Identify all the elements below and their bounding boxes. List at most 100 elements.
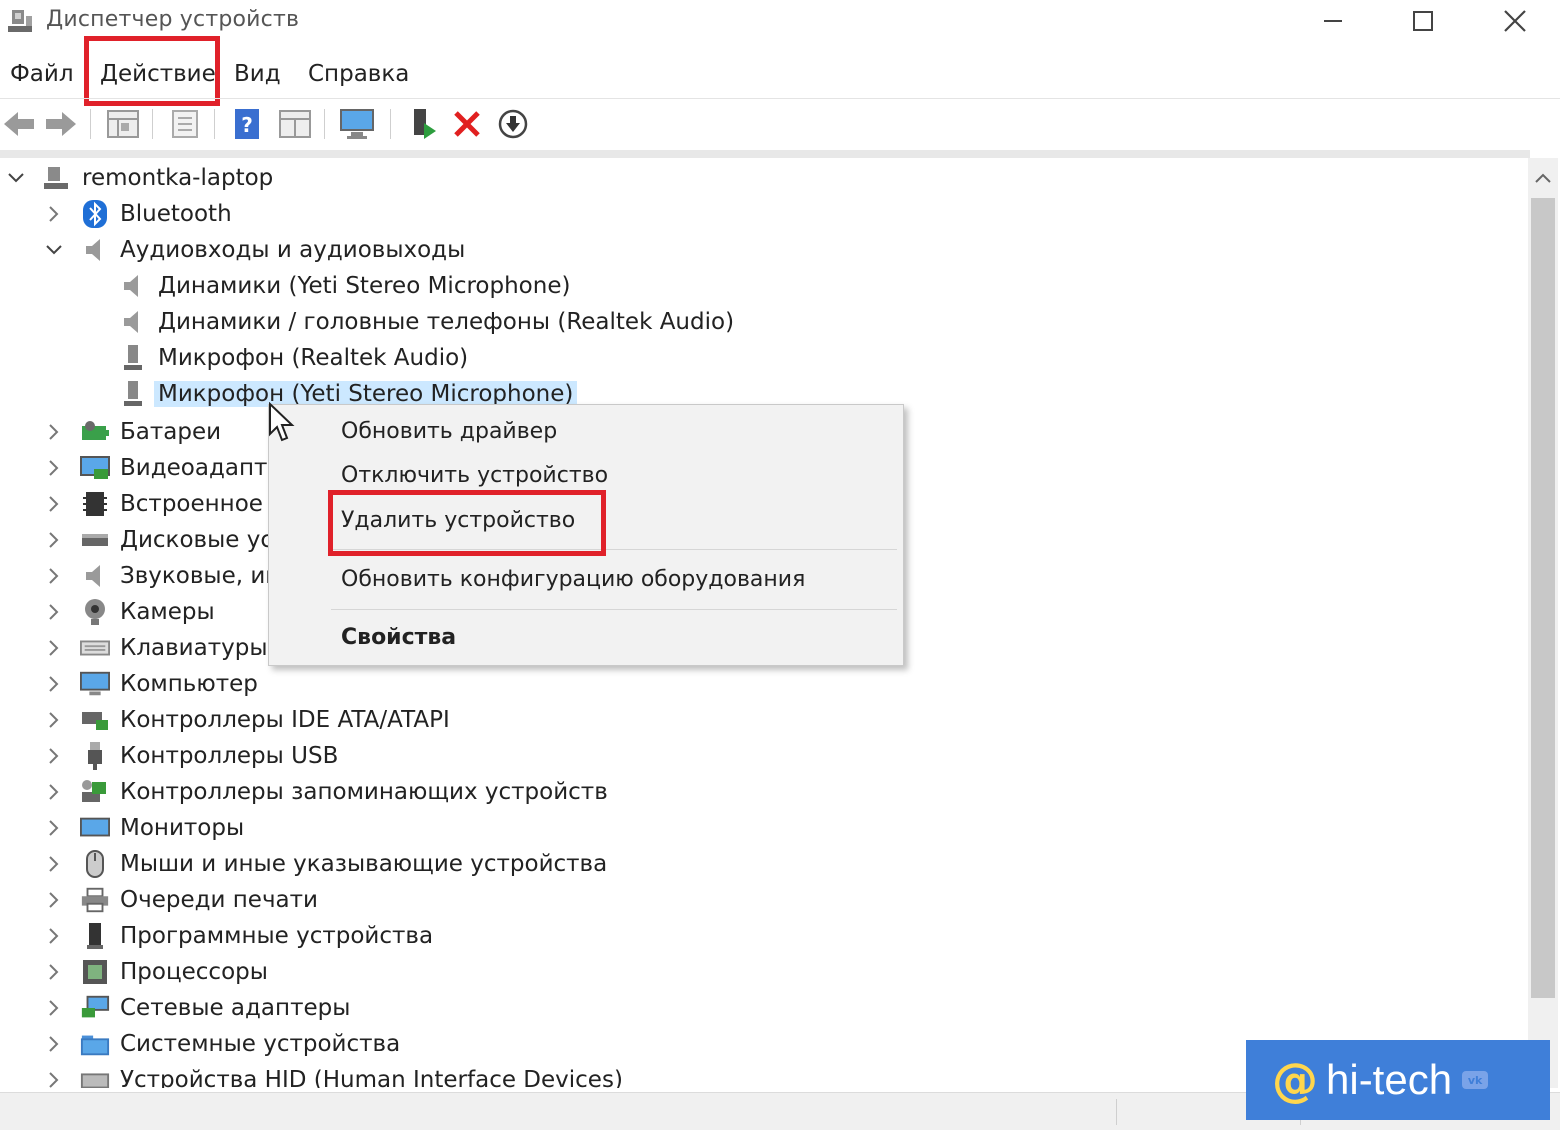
uninstall-device-button[interactable] (448, 105, 486, 143)
scroll-up-button[interactable] (1528, 158, 1558, 198)
back-button[interactable] (0, 105, 38, 143)
chevron-right-icon[interactable] (42, 888, 66, 912)
chevron-right-icon[interactable] (42, 996, 66, 1020)
tree-item-label: Встроенное П (120, 491, 288, 517)
scan-hardware-button[interactable] (338, 105, 376, 143)
tree-item-storage-controllers[interactable]: Контроллеры запоминающих устройств (42, 774, 608, 810)
chevron-up-icon (1535, 173, 1551, 183)
enable-device-button[interactable] (404, 105, 442, 143)
chevron-right-icon[interactable] (42, 780, 66, 804)
tree-item-keyboards[interactable]: Клавиатуры (42, 630, 268, 666)
ctx-disable-device[interactable]: Отключить устройство (341, 463, 608, 488)
minimize-icon (1324, 20, 1342, 22)
vk-icon: vk (1462, 1071, 1489, 1089)
tree-item-network-adapters[interactable]: Сетевые адаптеры (42, 990, 350, 1026)
speaker-icon (118, 271, 148, 301)
properties-button[interactable] (166, 105, 204, 143)
close-button[interactable] (1470, 0, 1560, 42)
tree-item-label: Батареи (120, 419, 222, 445)
tree-view-button[interactable] (104, 105, 142, 143)
disk-drive-icon (80, 525, 110, 555)
window-title: Диспетчер устройств (46, 7, 300, 32)
chevron-right-icon[interactable] (42, 816, 66, 840)
chevron-right-icon[interactable] (42, 924, 66, 948)
speaker-icon (80, 561, 110, 591)
speaker-icon (80, 235, 110, 265)
printer-icon (80, 885, 110, 915)
tree-item-label: Динамики / головные телефоны (Realtek Au… (158, 309, 735, 335)
chip-icon (80, 489, 110, 519)
scroll-thumb[interactable] (1531, 198, 1555, 998)
view-button[interactable] (276, 105, 314, 143)
tree-item-firmware[interactable]: Встроенное П (42, 486, 288, 522)
chevron-right-icon[interactable] (42, 420, 66, 444)
processor-icon (80, 957, 110, 987)
chevron-right-icon[interactable] (42, 960, 66, 984)
tree-item-bluetooth[interactable]: Bluetooth (42, 196, 232, 232)
hitech-watermark: @ hi-tech vk (1246, 1040, 1550, 1120)
chevron-right-icon[interactable] (42, 672, 66, 696)
chevron-right-icon[interactable] (42, 708, 66, 732)
tree-item-software-devices[interactable]: Программные устройства (42, 918, 433, 954)
tree-root[interactable]: remontka-laptop (4, 160, 273, 196)
back-arrow-icon (4, 112, 34, 136)
menu-file[interactable]: Файл (2, 56, 82, 92)
vertical-scrollbar[interactable] (1528, 158, 1558, 1088)
tree-item-computer[interactable]: Компьютер (42, 666, 258, 702)
tree-item-batteries[interactable]: Батареи (42, 414, 221, 450)
tree-item-label: Компьютер (120, 671, 258, 697)
network-adapter-icon (80, 993, 110, 1023)
tree-item-disk-drives[interactable]: Дисковые уст (42, 522, 286, 558)
tree-item-label: Контроллеры USB (120, 743, 339, 769)
tree-item-mic-realtek[interactable]: Микрофон (Realtek Audio) (118, 340, 468, 376)
chevron-down-icon[interactable] (4, 166, 28, 190)
tree-item-audio-io[interactable]: Аудиовходы и аудиовыходы (42, 232, 465, 268)
microphone-icon (118, 343, 148, 373)
tree-item-video-adapters[interactable]: Видеоадаптер (42, 450, 296, 486)
chevron-right-icon[interactable] (42, 600, 66, 624)
tree-item-processors[interactable]: Процессоры (42, 954, 268, 990)
tree-item-usb-controllers[interactable]: Контроллеры USB (42, 738, 338, 774)
ctx-update-driver[interactable]: Обновить драйвер (341, 419, 557, 444)
microphone-icon (118, 379, 148, 409)
tree-item-mice[interactable]: Мыши и иные указывающие устройства (42, 846, 607, 882)
chevron-right-icon[interactable] (42, 564, 66, 588)
menu-view[interactable]: Вид (226, 56, 289, 92)
tree-item-label: Устройства HID (Human Interface Devices) (120, 1067, 623, 1088)
maximize-button[interactable] (1378, 0, 1468, 42)
chevron-right-icon[interactable] (42, 636, 66, 660)
chevron-down-icon[interactable] (42, 238, 66, 262)
help-icon: ? (235, 109, 259, 139)
ctx-scan-hardware[interactable]: Обновить конфигурацию оборудования (341, 567, 805, 592)
tree-item-cameras[interactable]: Камеры (42, 594, 215, 630)
tree-item-speakers-realtek[interactable]: Динамики / головные телефоны (Realtek Au… (118, 304, 734, 340)
chevron-right-icon[interactable] (42, 852, 66, 876)
tree-item-system-devices[interactable]: Системные устройства (42, 1026, 400, 1062)
chevron-right-icon[interactable] (42, 492, 66, 516)
tree-item-hid-devices[interactable]: Устройства HID (Human Interface Devices) (42, 1062, 623, 1088)
chevron-right-icon[interactable] (42, 528, 66, 552)
tree-item-speakers-yeti[interactable]: Динамики (Yeti Stereo Microphone) (118, 268, 570, 304)
toolbar-divider (0, 150, 1530, 158)
tree-item-ide-controllers[interactable]: Контроллеры IDE ATA/ATAPI (42, 702, 450, 738)
forward-button[interactable] (42, 105, 80, 143)
bluetooth-icon (80, 199, 110, 229)
menu-help[interactable]: Справка (300, 56, 417, 92)
tree-item-label: Динамики (Yeti Stereo Microphone) (158, 273, 571, 299)
storage-controller-icon (80, 777, 110, 807)
tree-item-monitors[interactable]: Мониторы (42, 810, 244, 846)
chevron-right-icon[interactable] (42, 456, 66, 480)
tree-item-sound-devices[interactable]: Звуковые, игр (42, 558, 292, 594)
tree-item-print-queues[interactable]: Очереди печати (42, 882, 318, 918)
minimize-button[interactable] (1288, 0, 1378, 42)
ctx-properties[interactable]: Свойства (341, 625, 456, 650)
chevron-right-icon[interactable] (42, 1032, 66, 1056)
update-driver-button[interactable] (494, 105, 532, 143)
chevron-right-icon[interactable] (42, 202, 66, 226)
chevron-right-icon[interactable] (42, 1068, 66, 1088)
camera-icon (80, 597, 110, 627)
help-button[interactable]: ? (228, 105, 266, 143)
title-bar: Диспетчер устройств (0, 0, 1560, 42)
chevron-right-icon[interactable] (42, 744, 66, 768)
tree-item-label: Микрофон (Realtek Audio) (158, 345, 469, 371)
